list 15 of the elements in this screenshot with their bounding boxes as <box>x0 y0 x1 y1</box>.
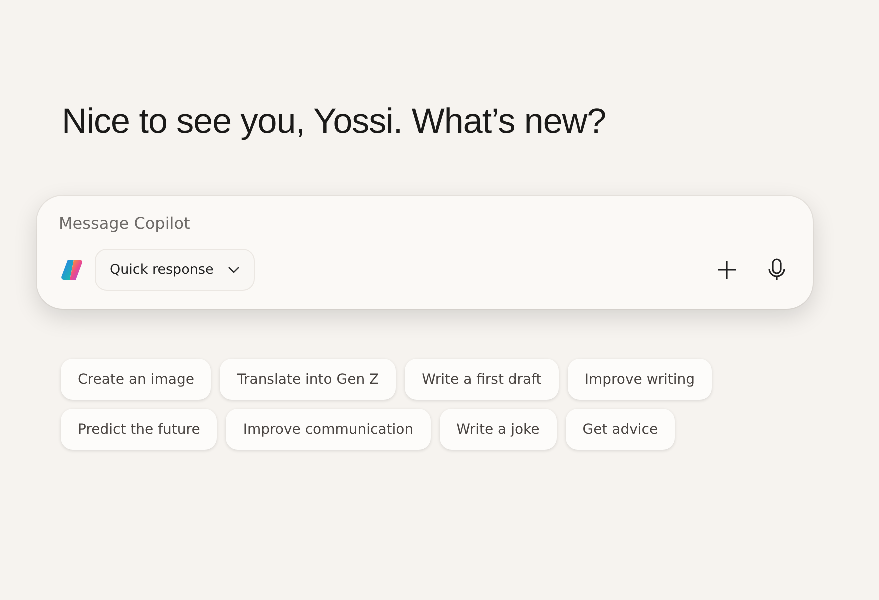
suggestion-chip[interactable]: Write a joke <box>440 409 557 450</box>
message-input-field[interactable]: Message Copilot <box>59 212 791 235</box>
logo-icon <box>59 257 85 283</box>
suggestion-chip[interactable]: Predict the future <box>61 409 218 450</box>
suggestion-chip[interactable]: Improve communication <box>226 409 431 450</box>
chevron-down-icon <box>228 266 240 274</box>
suggestion-chip[interactable]: Get advice <box>566 409 676 450</box>
suggestion-chip[interactable]: Write a first draft <box>405 359 559 400</box>
suggestion-chip[interactable]: Improve writing <box>568 359 712 400</box>
response-mode-dropdown[interactable]: Quick response <box>95 249 255 291</box>
greeting-heading: Nice to see you, Yossi. What’s new? <box>62 102 608 142</box>
microphone-icon <box>767 258 787 282</box>
suggestion-chip[interactable]: Translate into Gen Z <box>220 359 396 400</box>
suggestion-chip[interactable]: Create an image <box>61 359 212 400</box>
plus-icon <box>717 260 737 280</box>
